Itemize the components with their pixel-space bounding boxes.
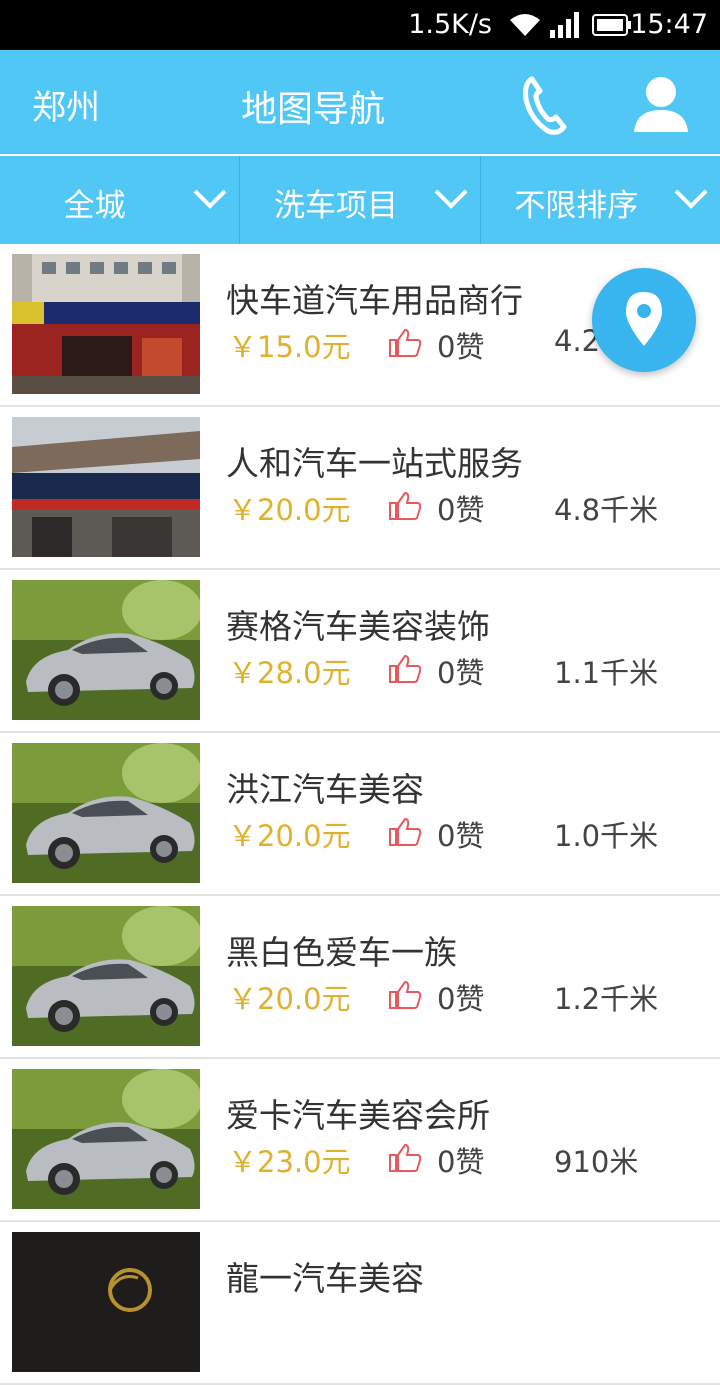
shop-distance: 1.1千米 [554,656,659,690]
shop-likes: 0赞 [437,819,485,853]
shop-list-item[interactable]: 爱卡汽车美容会所 ￥23.0元 0赞 910米 [0,1059,720,1222]
car-image [12,743,200,883]
shop-list-item[interactable]: 人和汽车一站式服务 ￥20.0元 0赞 4.8千米 [0,407,720,570]
shop-likes: 0赞 [437,656,485,690]
shop-likes: 0赞 [437,982,485,1016]
battery-icon [592,14,632,40]
shop-price: ￥23.0元 [228,1145,351,1179]
car-image [12,1069,200,1209]
shop-list-item[interactable]: 赛格汽车美容装饰 ￥28.0元 0赞 1.1千米 [0,570,720,733]
city-selector[interactable]: 郑州 [32,80,100,129]
chevron-down-icon [193,188,227,214]
shop-price: ￥20.0元 [228,819,351,853]
thumbs-up-icon[interactable] [388,328,422,362]
shop-price: ￥20.0元 [228,493,351,527]
filter-sort-label: 不限排序 [514,188,639,224]
chevron-down-icon [434,188,468,214]
wifi-icon [508,12,542,42]
shop-storefront-image [12,254,200,394]
shop-likes: 0赞 [437,1145,485,1179]
car-image [12,580,200,720]
map-location-button[interactable] [592,268,696,372]
filter-service[interactable]: 洗车项目 [239,156,479,244]
phone-icon[interactable] [520,75,570,139]
shop-name: 快车道汽车用品商行 [226,281,523,320]
shop-name: 龍一汽车美容 [226,1259,424,1298]
thumbs-up-icon[interactable] [388,980,422,1014]
thumbs-up-icon[interactable] [388,1143,422,1177]
filter-service-label: 洗车项目 [273,188,398,224]
filter-bar: 全城 洗车项目 不限排序 [0,156,720,244]
filter-sort[interactable]: 不限排序 [479,156,720,244]
shop-distance: 1.2千米 [554,982,659,1016]
user-icon[interactable] [630,72,692,138]
shop-price: ￥15.0元 [228,330,351,364]
shop-price: ￥20.0元 [228,982,351,1016]
filter-area-label: 全城 [63,188,126,224]
shop-distance: 910米 [554,1145,639,1179]
shop-name: 洪江汽车美容 [226,770,424,809]
shop-likes: 0赞 [437,493,485,527]
shop-name: 黑白色爱车一族 [226,933,457,972]
shop-distance: 1.0千米 [554,819,659,853]
chevron-down-icon [674,188,708,214]
shop-storefront-image [12,417,200,557]
shop-name: 爱卡汽车美容会所 [226,1096,490,1135]
shop-distance: 4.8千米 [554,493,659,527]
map-navigation-title[interactable]: 地图导航 [241,80,385,132]
shop-list-item[interactable]: 黑白色爱车一族 ￥20.0元 0赞 1.2千米 [0,896,720,1059]
thumbs-up-icon[interactable] [388,817,422,851]
filter-area[interactable]: 全城 [0,156,239,244]
shop-list: 快车道汽车用品商行 ￥15.0元 0赞 4.2 人和汽车一站式服务 ￥20.0元… [0,244,720,1385]
thumbs-up-icon[interactable] [388,654,422,688]
shop-list-item[interactable]: 洪江汽车美容 ￥20.0元 0赞 1.0千米 [0,733,720,896]
clock: 15:47 [630,9,708,40]
shop-likes: 0赞 [437,330,485,364]
shop-list-item[interactable]: 龍一汽车美容 [0,1222,720,1385]
car-image [12,906,200,1046]
signal-icon [550,12,582,42]
shop-logo-image [12,1232,200,1372]
shop-name: 赛格汽车美容装饰 [226,607,490,646]
shop-price: ￥28.0元 [228,656,351,690]
thumbs-up-icon[interactable] [388,491,422,525]
network-speed: 1.5K/s [408,9,492,40]
status-bar: 1.5K/s 15:47 [0,0,720,50]
app-header: 郑州 地图导航 [0,50,720,154]
shop-name: 人和汽车一站式服务 [226,444,523,483]
